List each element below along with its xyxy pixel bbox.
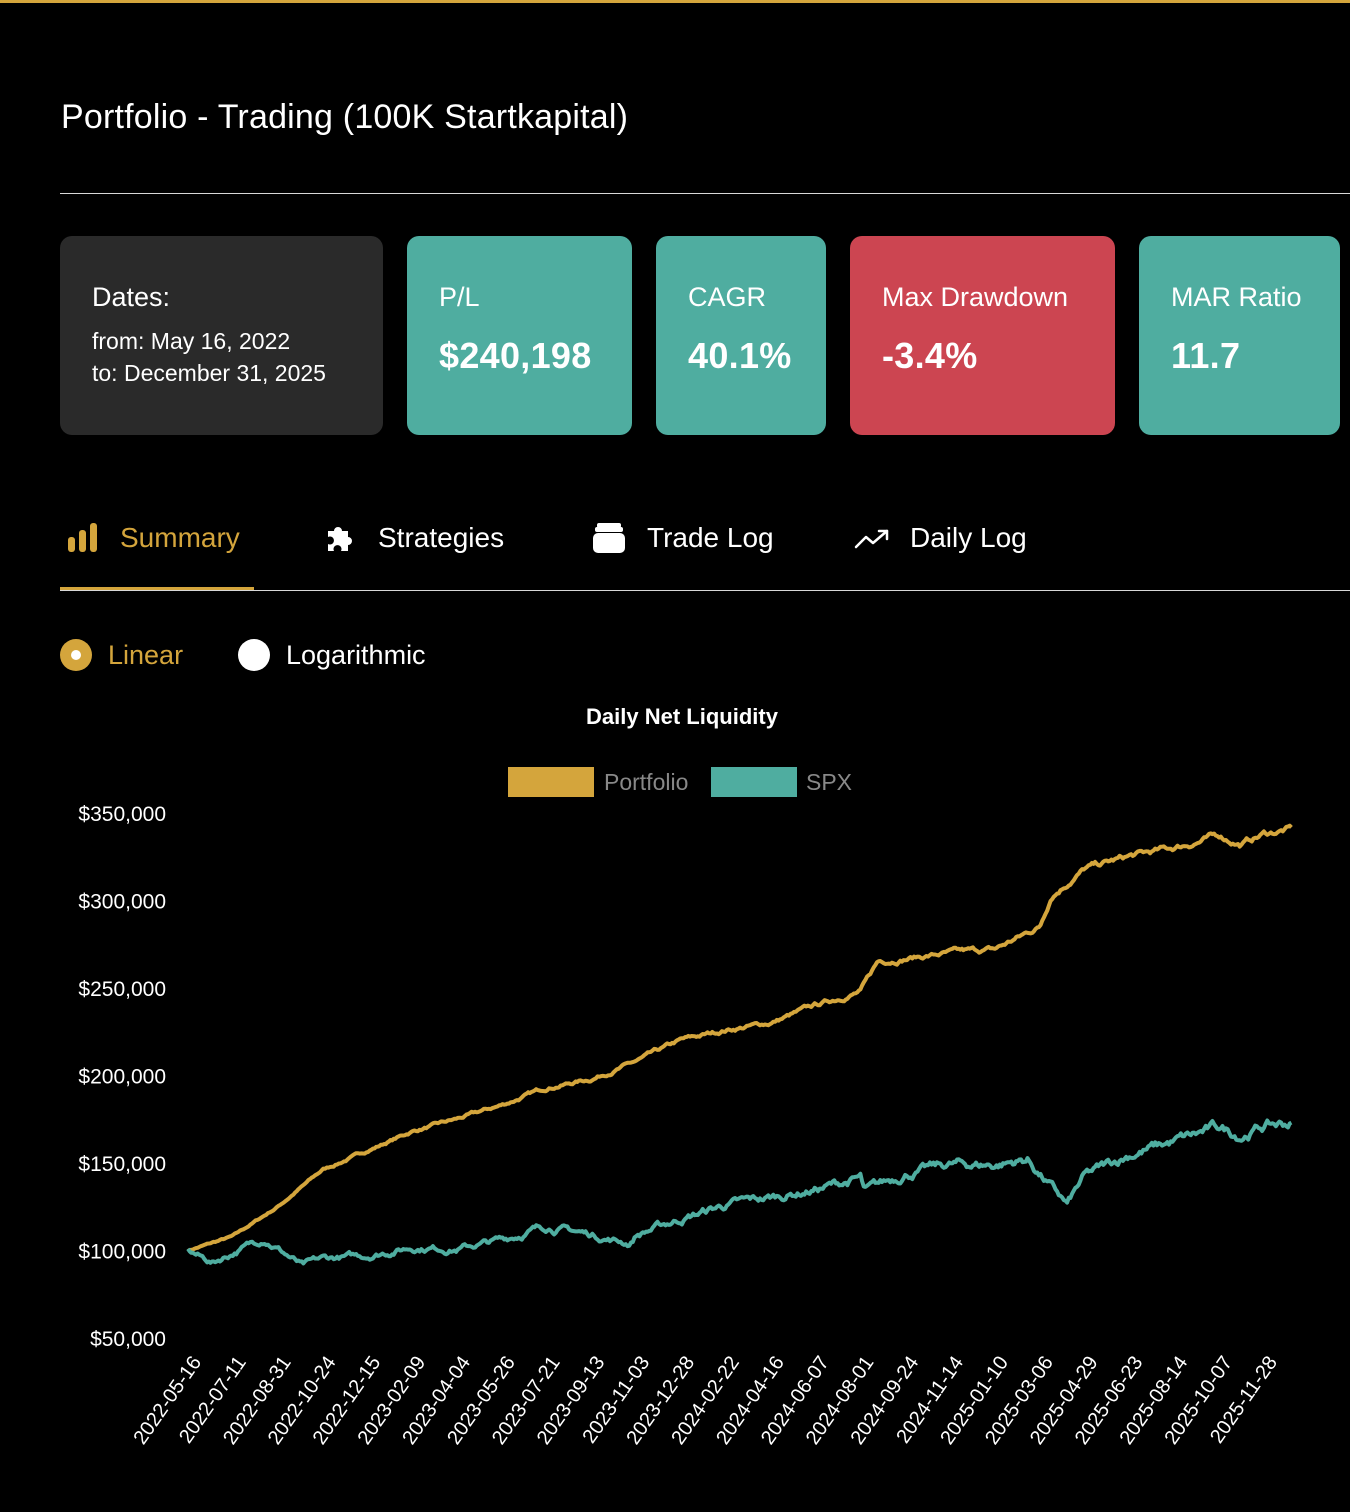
tab-trade-log[interactable]: Trade Log [591, 510, 774, 566]
chart-legend: Portfolio SPX [508, 767, 852, 797]
date-from: from: May 16, 2022 [92, 328, 291, 354]
y-tick-label: $350,000 [78, 803, 166, 826]
max-drawdown-label: Max Drawdown [882, 282, 1069, 312]
tab-summary[interactable]: Summary [66, 510, 240, 566]
y-tick-label: $100,000 [78, 1241, 166, 1264]
y-tick-label: $200,000 [78, 1066, 166, 1089]
legend-swatch-portfolio[interactable] [508, 767, 594, 797]
max-drawdown-card: Max Drawdown -3.4% [850, 236, 1115, 435]
y-tick-label: $150,000 [78, 1153, 166, 1176]
legend-label-spx[interactable]: SPX [806, 769, 852, 795]
logarithmic-radio[interactable]: Logarithmic [238, 636, 426, 674]
pl-card: P/L $240,198 [407, 236, 632, 435]
chart-title: Daily Net Liquidity [586, 704, 779, 729]
dates-card: Dates: from: May 16, 2022 to: December 3… [60, 236, 383, 435]
tab-trade-log-label: Trade Log [647, 522, 774, 553]
logarithmic-label: Logarithmic [286, 639, 426, 670]
header-divider [60, 193, 1350, 194]
y-tick-label: $250,000 [78, 978, 166, 1001]
y-axis: $350,000 $300,000 $250,000 $200,000 $150,000… [78, 803, 166, 1351]
tab-daily-log[interactable]: Daily Log [854, 510, 1027, 566]
legend-swatch-spx[interactable] [711, 767, 797, 797]
pl-value: $240,198 [439, 335, 592, 376]
date-range: from: May 16, 2022 to: December 31, 2025 [92, 325, 351, 389]
y-tick-label: $50,000 [90, 1328, 166, 1351]
page-title: Portfolio - Trading (100K Startkapital) [61, 98, 629, 136]
pl-label: P/L [439, 282, 480, 312]
wallet-icon [593, 523, 625, 553]
tab-strategies-label: Strategies [378, 522, 505, 553]
legend-label-portfolio[interactable]: Portfolio [604, 769, 688, 795]
y-tick-label: $300,000 [78, 891, 166, 914]
series-line-spx [186, 1118, 1293, 1266]
mar-ratio-value: 11.7 [1171, 335, 1241, 376]
daily-net-liquidity-chart: Daily Net Liquidity Portfolio SPX $350,00… [78, 704, 1293, 1449]
mar-ratio-card: MAR Ratio 11.7 [1139, 236, 1340, 435]
tab-summary-label: Summary [120, 522, 240, 553]
linear-label: Linear [108, 639, 184, 670]
tab-daily-log-label: Daily Log [910, 522, 1027, 553]
tabs-divider [60, 590, 1350, 591]
tab-strategies[interactable]: Strategies [324, 510, 504, 566]
chart-series [186, 823, 1293, 1266]
max-drawdown-value: -3.4% [882, 335, 978, 376]
bar-chart-icon [68, 523, 97, 552]
cagr-value: 40.1% [688, 335, 792, 376]
dates-label: Dates: [92, 282, 171, 312]
puzzle-icon [328, 527, 352, 551]
cagr-label: CAGR [688, 282, 767, 312]
radio-selected-icon [60, 639, 92, 671]
mar-ratio-label: MAR Ratio [1171, 282, 1302, 312]
trend-arrow-icon [854, 529, 889, 549]
radio-unselected-icon [238, 639, 270, 671]
series-line-portfolio [186, 823, 1293, 1253]
date-to: to: December 31, 2025 [92, 360, 326, 386]
linear-radio[interactable]: Linear [60, 636, 183, 674]
cagr-card: CAGR 40.1% [656, 236, 826, 435]
top-accent-rule [0, 0, 1350, 3]
x-axis: 2022-05-162022-07-112022-08-312022-10-24… [129, 1352, 1282, 1448]
